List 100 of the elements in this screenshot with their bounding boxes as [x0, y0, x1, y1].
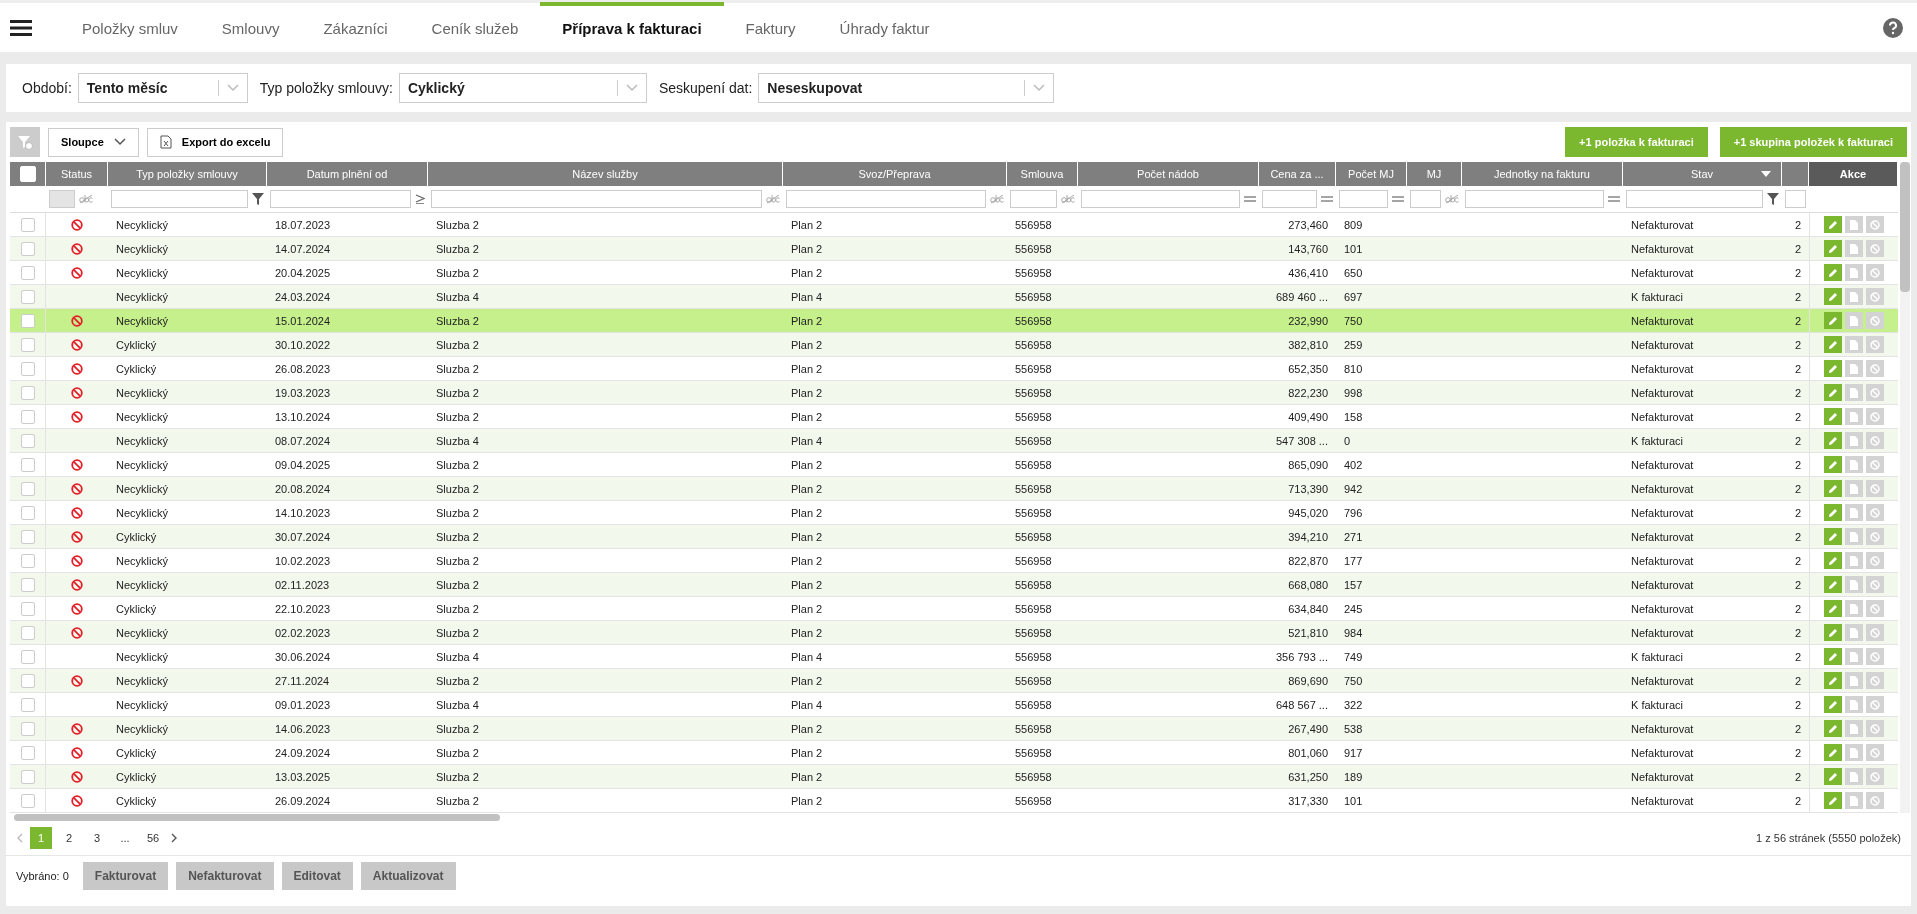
- row-checkbox[interactable]: [20, 457, 35, 472]
- column-header[interactable]: [10, 162, 46, 186]
- edit-button[interactable]: [1824, 216, 1842, 233]
- document-button[interactable]: [1845, 672, 1863, 689]
- document-button[interactable]: [1845, 576, 1863, 593]
- table-row[interactable]: Necyklický 15.01.2024 Sluzba 2 Plan 2 556958 232,990 750 Nefakturovat 2: [10, 309, 1898, 333]
- edit-button[interactable]: [1824, 408, 1842, 425]
- table-row[interactable]: Necyklický 27.11.2024 Sluzba 2 Plan 2 556958 869,690 750 Nefakturovat 2: [10, 669, 1898, 693]
- cancel-button[interactable]: [1866, 744, 1884, 761]
- document-button[interactable]: [1845, 600, 1863, 617]
- table-row[interactable]: Necyklický 02.11.2023 Sluzba 2 Plan 2 556958 668,080 157 Nefakturovat 2: [10, 573, 1898, 597]
- column-header[interactable]: Typ položky smlouvy: [108, 162, 267, 186]
- export-excel-button[interactable]: Export do excelu: [146, 127, 284, 157]
- edit-button[interactable]: [1824, 720, 1842, 737]
- document-button[interactable]: [1845, 432, 1863, 449]
- table-row[interactable]: Cyklický 24.09.2024 Sluzba 2 Plan 2 556958 801,060 917 Nefakturovat 2: [10, 741, 1898, 765]
- cancel-button[interactable]: [1866, 792, 1884, 809]
- document-button[interactable]: [1845, 720, 1863, 737]
- edit-button[interactable]: [1824, 792, 1842, 809]
- column-header[interactable]: Svoz/Přeprava: [783, 162, 1007, 186]
- table-row[interactable]: Necyklický 10.02.2023 Sluzba 2 Plan 2 556958 822,870 177 Nefakturovat 2: [10, 549, 1898, 573]
- document-button[interactable]: [1845, 384, 1863, 401]
- row-checkbox[interactable]: [20, 361, 35, 376]
- filter-input[interactable]: [111, 190, 248, 208]
- row-checkbox[interactable]: [20, 697, 35, 712]
- row-checkbox[interactable]: [20, 385, 35, 400]
- edit-button[interactable]: [1824, 552, 1842, 569]
- cancel-button[interactable]: [1866, 432, 1884, 449]
- help-icon[interactable]: [1883, 17, 1903, 38]
- table-row[interactable]: Necyklický 20.04.2025 Sluzba 2 Plan 2 556958 436,410 650 Nefakturovat 2: [10, 261, 1898, 285]
- filter-input[interactable]: [270, 190, 411, 208]
- document-button[interactable]: [1845, 312, 1863, 329]
- row-checkbox[interactable]: [20, 673, 35, 688]
- text-filter-icon[interactable]: [1445, 194, 1459, 204]
- document-button[interactable]: [1845, 264, 1863, 281]
- column-header[interactable]: Smlouva: [1007, 162, 1078, 186]
- cancel-button[interactable]: [1866, 336, 1884, 353]
- document-button[interactable]: [1845, 288, 1863, 305]
- filter-input[interactable]: [1262, 190, 1317, 208]
- filter-input[interactable]: [786, 190, 986, 208]
- table-row[interactable]: Cyklický 13.03.2025 Sluzba 2 Plan 2 556958 631,250 189 Nefakturovat 2: [10, 765, 1898, 789]
- document-button[interactable]: [1845, 336, 1863, 353]
- document-button[interactable]: [1845, 456, 1863, 473]
- row-checkbox[interactable]: [20, 649, 35, 664]
- sort-caret-icon[interactable]: [1761, 171, 1771, 177]
- row-checkbox[interactable]: [20, 769, 35, 784]
- document-button[interactable]: [1845, 696, 1863, 713]
- edit-button[interactable]: [1824, 336, 1842, 353]
- table-row[interactable]: Necyklický 14.07.2024 Sluzba 2 Plan 2 556958 143,760 101 Nefakturovat 2: [10, 237, 1898, 261]
- document-button[interactable]: [1845, 528, 1863, 545]
- cancel-button[interactable]: [1866, 312, 1884, 329]
- column-header[interactable]: Jednotky na fakturu: [1462, 162, 1623, 186]
- cancel-button[interactable]: [1866, 624, 1884, 641]
- filter-input[interactable]: [1785, 190, 1806, 208]
- filter-dropdown[interactable]: Tento měsíc: [77, 73, 248, 103]
- row-checkbox[interactable]: [20, 241, 35, 256]
- filter-input[interactable]: [1410, 190, 1441, 208]
- column-header[interactable]: Počet MJ: [1336, 162, 1407, 186]
- table-row[interactable]: Cyklický 26.09.2024 Sluzba 2 Plan 2 556958 317,330 101 Nefakturovat 2: [10, 789, 1898, 813]
- document-button[interactable]: [1845, 480, 1863, 497]
- filter-icon[interactable]: [1767, 193, 1779, 205]
- table-row[interactable]: Necyklický 13.10.2024 Sluzba 2 Plan 2 556958 409,490 158 Nefakturovat 2: [10, 405, 1898, 429]
- document-button[interactable]: [1845, 768, 1863, 785]
- column-header[interactable]: Status: [46, 162, 108, 186]
- edit-button[interactable]: [1824, 456, 1842, 473]
- nav-tab[interactable]: Příprava k fakturaci: [540, 1, 724, 51]
- filter-input[interactable]: [1339, 190, 1388, 208]
- nav-tab[interactable]: Faktury: [723, 1, 818, 51]
- edit-button[interactable]: [1824, 432, 1842, 449]
- row-checkbox[interactable]: [20, 265, 35, 280]
- equals-icon[interactable]: [1392, 196, 1404, 202]
- cancel-button[interactable]: [1866, 600, 1884, 617]
- vertical-scrollbar[interactable]: [1900, 162, 1910, 813]
- edit-button[interactable]: [1824, 264, 1842, 281]
- filter-input[interactable]: [1626, 190, 1763, 208]
- row-checkbox[interactable]: [20, 793, 35, 808]
- row-checkbox[interactable]: [20, 529, 35, 544]
- cancel-button[interactable]: [1866, 768, 1884, 785]
- document-button[interactable]: [1845, 240, 1863, 257]
- row-checkbox[interactable]: [20, 505, 35, 520]
- table-row[interactable]: Necyklický 14.06.2023 Sluzba 2 Plan 2 556958 267,490 538 Nefakturovat 2: [10, 717, 1898, 741]
- edit-button[interactable]: [1824, 240, 1842, 257]
- clear-filter-button[interactable]: [10, 127, 40, 157]
- columns-dropdown-button[interactable]: Sloupce: [48, 127, 139, 157]
- edit-button[interactable]: [1824, 744, 1842, 761]
- greater-equal-icon[interactable]: [415, 194, 425, 204]
- nav-tab[interactable]: Zákazníci: [301, 1, 410, 51]
- filter-input[interactable]: [1465, 190, 1604, 208]
- select-all-checkbox[interactable]: [19, 166, 36, 182]
- table-row[interactable]: Cyklický 30.07.2024 Sluzba 2 Plan 2 556958 394,210 271 Nefakturovat 2: [10, 525, 1898, 549]
- row-checkbox[interactable]: [20, 313, 35, 328]
- row-checkbox[interactable]: [20, 433, 35, 448]
- text-filter-icon[interactable]: [766, 194, 780, 204]
- page-link[interactable]: 2: [58, 827, 80, 849]
- column-header[interactable]: MJ: [1407, 162, 1462, 186]
- column-header[interactable]: Počet nádob: [1078, 162, 1259, 186]
- row-checkbox[interactable]: [20, 553, 35, 568]
- row-checkbox[interactable]: [20, 481, 35, 496]
- edit-button[interactable]: [1824, 648, 1842, 665]
- cancel-button[interactable]: [1866, 552, 1884, 569]
